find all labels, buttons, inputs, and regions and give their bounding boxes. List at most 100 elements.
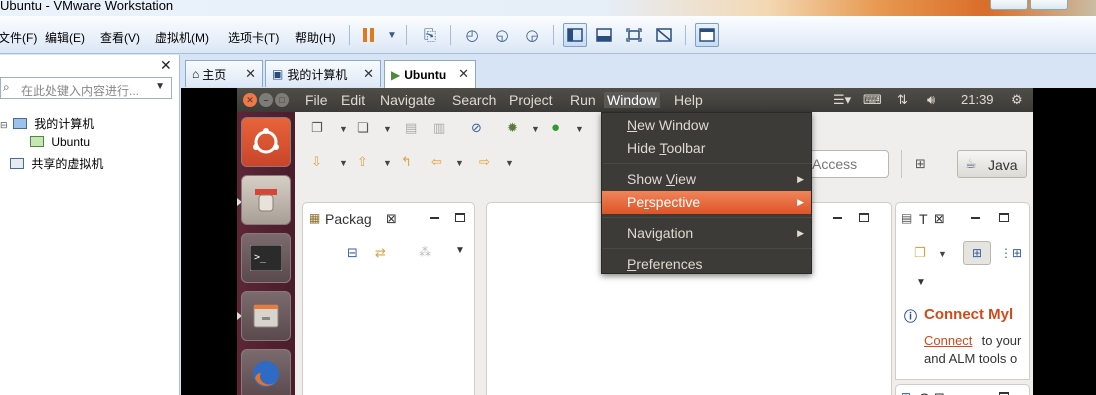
close-icon[interactable]: ⊠ (934, 211, 945, 227)
tree-my-computer[interactable]: ⊟ 我的计算机 (0, 115, 94, 132)
menu-edit[interactable]: Edit (341, 92, 365, 108)
chevron-down-icon[interactable]: ▼ (455, 158, 464, 168)
save-all-icon[interactable]: ▥ (433, 120, 445, 136)
close-icon[interactable]: ⊠ (386, 211, 397, 227)
minimize-view-icon[interactable] (833, 217, 842, 219)
chevron-down-icon[interactable]: ▼ (531, 124, 540, 134)
new-icon[interactable]: ❐ (311, 120, 323, 136)
menu-file[interactable]: 文件(F) (0, 29, 37, 46)
skip-breakpoints-icon[interactable]: ⊘ (471, 120, 482, 136)
files-icon[interactable] (241, 291, 291, 341)
menu-help[interactable]: Help (674, 92, 703, 108)
maximize-button[interactable] (1030, 0, 1068, 10)
tree-vm-ubuntu[interactable]: Ubuntu (30, 135, 90, 149)
menu-view[interactable]: 查看(V) (100, 29, 140, 46)
keyboard-icon[interactable]: ⌨ (863, 92, 882, 108)
last-edit-icon[interactable]: ↰ (401, 154, 412, 170)
chevron-down-icon[interactable]: ▼ (383, 158, 392, 168)
chevron-down-icon[interactable]: ▼ (155, 81, 165, 92)
menu-file[interactable]: File (305, 92, 328, 108)
categorized-toggle[interactable]: ⊞ (963, 241, 991, 265)
package-explorer-view[interactable]: ▦ Packag ⊠ ⊟ ⇄ ⁂ ▼ (302, 202, 475, 395)
chevron-down-icon[interactable]: ▼ (938, 249, 947, 259)
snapshot-icon[interactable]: ◴ (460, 23, 484, 47)
gear-icon[interactable]: ⚙ (1011, 92, 1023, 108)
scheduled-icon[interactable]: ⋮⊞ (1000, 246, 1022, 260)
mylyn-connect-link[interactable]: Connect (924, 333, 972, 348)
close-window-button[interactable]: ✕ (243, 93, 257, 107)
chevron-down-icon[interactable]: ▼ (339, 124, 348, 134)
minimize-view-icon[interactable] (971, 217, 980, 219)
revert-snapshot-icon[interactable]: ◵ (490, 23, 514, 47)
chevron-down-icon[interactable]: ▼ (380, 23, 404, 47)
snapshot-manager-icon[interactable]: ◶ (520, 23, 544, 47)
firefox-icon[interactable] (241, 349, 291, 395)
debug-icon[interactable]: ✹ (507, 120, 518, 136)
forward-icon[interactable]: ⇨ (479, 154, 490, 170)
menu-window[interactable]: Window (604, 92, 660, 108)
task-list-view[interactable]: ▤ T ⊠ ❐ ▼ ⊞ ⋮⊞ ▼ ⓘ Connect Myl Connect t… (895, 202, 1030, 380)
thumbnail-bar-icon[interactable] (695, 23, 719, 47)
maximize-view-icon[interactable] (999, 213, 1009, 222)
close-icon[interactable]: ✕ (458, 66, 469, 82)
chevron-down-icon[interactable]: ▼ (575, 124, 584, 134)
tab-my-computer[interactable]: ▣ 我的计算机 ✕ (265, 60, 381, 87)
maximize-view-icon[interactable] (859, 213, 869, 222)
outline-view[interactable]: ⊞ O ⊠ (895, 384, 1030, 395)
library-view-icon[interactable] (563, 23, 587, 47)
link-editor-icon[interactable]: ⇄ (375, 245, 386, 261)
chevron-down-icon[interactable]: ▼ (383, 124, 392, 134)
open-perspective-icon[interactable]: ⊞ (915, 156, 926, 172)
minimize-view-icon[interactable] (430, 217, 439, 219)
menu-item-new-window[interactable]: New Window (602, 114, 811, 137)
maximize-view-icon[interactable] (455, 213, 465, 222)
new-wizard-icon[interactable]: ❏ (357, 120, 369, 136)
volume-icon[interactable]: 🔊︎ (927, 92, 935, 108)
minimize-button[interactable] (990, 0, 1028, 10)
menu-project[interactable]: Project (509, 92, 553, 108)
network-icon[interactable]: ⇅ (897, 92, 908, 108)
menu-indicator-icon[interactable]: ☰▾ (833, 92, 851, 108)
close-icon[interactable]: ⊠ (934, 390, 945, 395)
menu-item-hide-toolbar[interactable]: Hide Toolbar (602, 137, 811, 160)
menu-item-preferences[interactable]: Preferences (602, 253, 811, 276)
menu-item-navigation[interactable]: Navigation ▶ (602, 222, 811, 245)
close-icon[interactable]: ✕ (363, 66, 374, 82)
collapse-all-icon[interactable]: ⊟ (347, 245, 358, 261)
menu-edit[interactable]: 编辑(E) (45, 29, 85, 46)
tab-home[interactable]: ⌂ 主页 ✕ (185, 60, 263, 87)
menu-run[interactable]: Run (570, 92, 596, 108)
menu-vm[interactable]: 虚拟机(M) (155, 29, 209, 46)
filter-icon[interactable]: ⁂ (419, 245, 431, 259)
chevron-down-icon[interactable]: ▼ (505, 158, 514, 168)
menu-item-perspective[interactable]: Perspective ▶ (602, 191, 811, 214)
clock[interactable]: 21:39 (961, 92, 994, 107)
dash-home-icon[interactable] (241, 117, 291, 167)
menu-search[interactable]: Search (452, 92, 496, 108)
chevron-down-icon[interactable]: ▼ (339, 158, 348, 168)
minimize-window-button[interactable]: – (259, 93, 273, 107)
maximize-window-button[interactable]: □ (275, 93, 289, 107)
back-icon[interactable]: ⇦ (431, 154, 442, 170)
terminal-icon[interactable]: >_ (241, 233, 291, 283)
console-view-icon[interactable] (592, 23, 616, 47)
pause-icon[interactable] (357, 23, 381, 47)
outline-title[interactable]: O (919, 390, 930, 395)
save-icon[interactable]: ▤ (405, 120, 417, 136)
view-menu-icon[interactable]: ▼ (916, 277, 926, 288)
menu-item-show-view[interactable]: Show View ▶ (602, 168, 811, 191)
next-annotation-icon[interactable]: ⇩ (311, 154, 322, 170)
tab-ubuntu[interactable]: ▶ Ubuntu ✕ (384, 60, 476, 88)
unity-icon[interactable] (652, 23, 676, 47)
new-task-icon[interactable]: ❐ (914, 245, 926, 261)
menu-navigate[interactable]: Navigate (380, 92, 435, 108)
run-icon[interactable]: ● (551, 119, 560, 136)
view-menu-icon[interactable]: ▼ (455, 245, 465, 256)
library-search-input[interactable]: ⌕ 在此处键入内容进行... ▼ (0, 77, 172, 99)
close-icon[interactable]: ✕ (160, 57, 172, 74)
prev-annotation-icon[interactable]: ⇧ (357, 154, 368, 170)
menu-tabs[interactable]: 选项卡(T) (228, 29, 279, 46)
package-explorer-title[interactable]: Packag (325, 211, 372, 227)
menu-help[interactable]: 帮助(H) (295, 29, 336, 46)
send-keys-icon[interactable]: ⎘ (418, 23, 442, 47)
